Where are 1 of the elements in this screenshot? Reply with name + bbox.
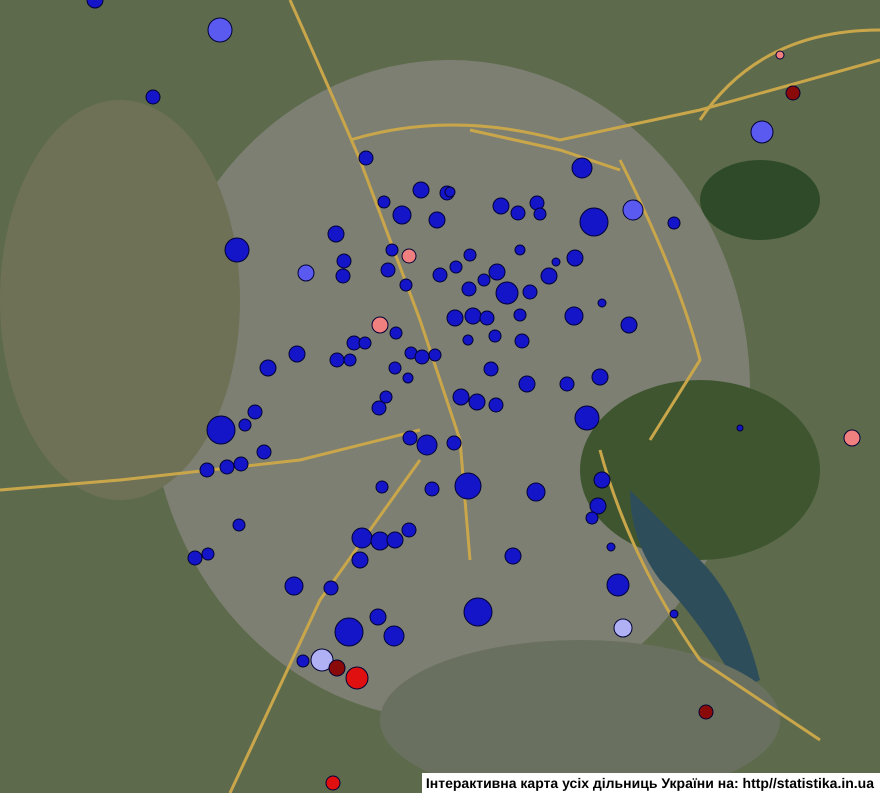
- map-caption: Інтерактивна карта усіх дільниць України на: http//statistika.in.ua: [422, 773, 880, 793]
